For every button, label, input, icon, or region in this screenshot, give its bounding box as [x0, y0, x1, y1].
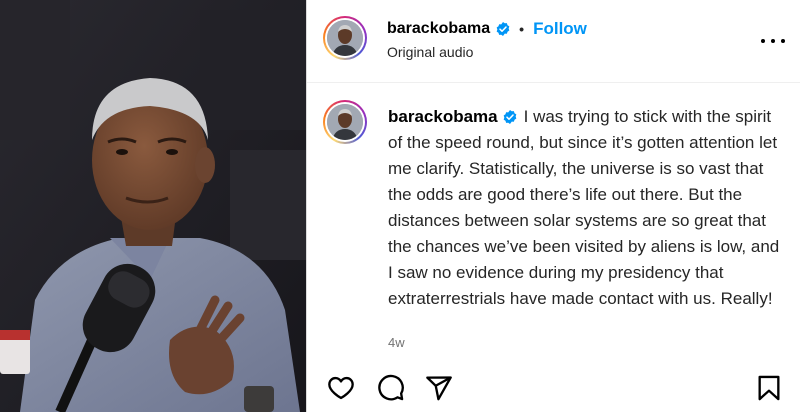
author-username[interactable]: barackobama	[387, 20, 490, 38]
paper-plane-icon[interactable]	[425, 374, 453, 402]
avatar-photo-image	[327, 20, 363, 56]
post-media-video[interactable]	[0, 0, 306, 412]
post-timestamp[interactable]: 4w	[388, 335, 405, 350]
video-frame-image	[0, 0, 306, 412]
verified-badge-icon	[503, 109, 516, 124]
comment-bubble-icon[interactable]	[377, 374, 405, 402]
post-actions-bar	[307, 366, 800, 412]
verified-badge-icon	[496, 22, 510, 36]
caption-username[interactable]: barackobama	[388, 107, 498, 126]
caption-text: I was trying to stick with the spirit of…	[388, 107, 780, 308]
author-avatar[interactable]	[323, 16, 367, 60]
follow-button[interactable]: Follow	[533, 19, 587, 39]
post-caption: barackobama I was trying to stick with t…	[388, 104, 788, 312]
more-options-icon[interactable]	[761, 31, 785, 51]
original-audio-link[interactable]: Original audio	[387, 44, 473, 60]
avatar-photo-image	[327, 104, 363, 140]
heart-icon[interactable]	[327, 374, 355, 402]
header-separator: •	[519, 21, 525, 37]
post-header: barackobama • Follow Original audio	[307, 0, 800, 83]
post-panel: barackobama • Follow Original audio bara…	[306, 0, 800, 412]
caption-author-avatar[interactable]	[323, 100, 367, 144]
bookmark-icon[interactable]	[755, 374, 783, 402]
